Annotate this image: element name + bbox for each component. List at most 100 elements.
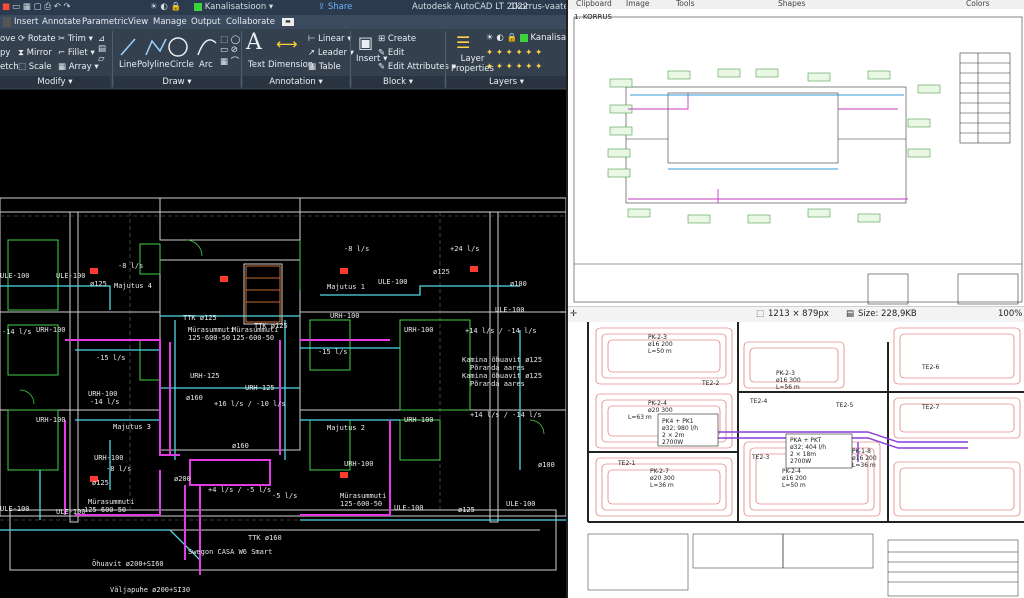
ribbon-divider [445, 31, 446, 87]
mirror-button[interactable]: ⧗ Mirror [18, 48, 52, 58]
dimension-icon[interactable]: ⟷ [276, 35, 298, 53]
modify-panel-title[interactable]: Modify ▾ [0, 76, 110, 88]
layer-color-icon [194, 2, 202, 11]
array-label: Array [68, 62, 92, 72]
layer-quick-icons[interactable]: ☀ ◐ 🔒 [150, 2, 181, 12]
valve-label: ULE-100 [378, 278, 408, 286]
quick-access-icons[interactable]: ▭ ▦ ▢ ⎙ ↶ ↷ [12, 2, 71, 12]
loop-label: L=36 m [650, 482, 674, 489]
text-button[interactable]: Text [248, 60, 265, 70]
draw-panel-title[interactable]: Draw ▾ [114, 76, 240, 88]
loop-label: PK-2-7 [650, 468, 669, 475]
diameter-label: ø100 [510, 280, 527, 288]
image-size: Size: 228,9KB [858, 309, 917, 319]
flow-label: +24 l/s [450, 245, 480, 253]
insert-label: Insert [356, 54, 381, 64]
loop-label: ø16 200 [648, 341, 673, 348]
ribbon-layer-current: Kanalisatsioon [530, 33, 566, 43]
flow-label: +4 l/s / -5 l/s [208, 486, 272, 494]
image-viewer-window: Clipboard Image Tools Shapes Colors 1. K… [566, 0, 1024, 598]
loop-label: ø16 200 [852, 455, 877, 462]
flow-label: -14 l/s [90, 398, 120, 406]
modify-extra-icons[interactable]: ⊿ ▤ ▱ [98, 34, 106, 64]
room-label: Majutus 4 [114, 282, 152, 290]
edit-block-button[interactable]: ✎ Edit [378, 48, 404, 58]
loop-label: PK-2-4 [782, 468, 801, 475]
leader-button[interactable]: ↗ Leader ▾ [308, 48, 354, 58]
duct-label: 125-600-50 [188, 334, 231, 342]
layer-tool-icons-1[interactable]: ✦ ✦ ✦ ✦ ✦ ✦ [486, 48, 542, 58]
tab-manage[interactable]: Manage [153, 17, 187, 27]
line-button[interactable]: Line [119, 60, 137, 70]
scale-button[interactable]: ⬚ Scale [18, 62, 52, 72]
tab-annotate[interactable]: Annotate [42, 17, 81, 27]
rotate-button[interactable]: ⟳ Rotate [18, 34, 56, 44]
tab-home[interactable] [3, 17, 11, 27]
tab-parametric[interactable]: Parametric [82, 17, 128, 27]
thermostat-label: TE2-5 [836, 402, 854, 409]
arc-button[interactable]: Arc [199, 60, 213, 70]
unit-label: Swegon CASA W6 Smart [188, 548, 273, 556]
block-panel-title[interactable]: Block ▾ [352, 76, 444, 88]
draw-extra-icons[interactable]: ⬚ ◯ ▭ ⊘ ▦ ⌒ [220, 35, 240, 67]
annotation-panel-label: Annotation [269, 77, 316, 87]
duct-label: TTK ø125 [254, 322, 288, 330]
top-plan-geometry [573, 16, 1023, 305]
layer-properties-icon[interactable]: ☰ [456, 33, 470, 52]
trim-button[interactable]: ✂ Trim ▾ [58, 34, 93, 44]
layer-tool-icons-2[interactable]: ✦ ✦ ✦ ✦ ✦ ✦ [486, 62, 542, 72]
tab-view[interactable]: View [128, 17, 148, 27]
heating-plan-image[interactable]: PK-2-3 ø16 200 L=50 m PK-2-3 ø16 300 L=5… [568, 322, 1024, 598]
loop-label: L=36 m [852, 462, 876, 469]
diameter-label: ø125 [458, 506, 475, 514]
copy-button[interactable]: py [0, 48, 10, 58]
diameter-label: ø160 [232, 442, 249, 450]
manifold-label: 2700W [790, 458, 812, 465]
share-button[interactable]: ⇪ Share [318, 2, 352, 12]
app-logo-icon[interactable]: ■ [2, 2, 10, 12]
group-image: Image [626, 0, 650, 8]
circle-button[interactable]: Circle [170, 60, 194, 70]
ribbon-divider [241, 31, 242, 87]
tab-collaborate[interactable]: Collaborate [226, 17, 275, 27]
trim-label: Trim [67, 34, 86, 44]
top-floor-plan-image[interactable]: 1. KORRUS [568, 9, 1024, 306]
diameter-label: ø125 [433, 268, 450, 276]
layer-dropdown[interactable]: Kanalisatsioon ▾ [194, 2, 273, 12]
valve-label: URH-100 [36, 416, 66, 424]
annotation-panel-title[interactable]: Annotation ▾ [243, 76, 349, 88]
flow-label: -5 l/s [272, 492, 298, 500]
tab-output[interactable]: Output [191, 17, 221, 27]
layers-panel-title[interactable]: Layers ▾ [447, 76, 566, 88]
flow-label: -8 l/s [106, 465, 132, 473]
zoom-level[interactable]: 100% [998, 309, 1022, 319]
fillet-button[interactable]: ⌐ Fillet ▾ [58, 48, 95, 58]
linear-button[interactable]: ⊢ Linear ▾ [308, 34, 352, 44]
array-button[interactable]: ▦ Array ▾ [58, 62, 99, 72]
draw-panel-label: Draw [162, 77, 185, 87]
dimension-button[interactable]: Dimension [268, 60, 313, 70]
loop-label: L=63 m [628, 414, 652, 421]
layer-state-icons[interactable]: ☀ ◐ 🔒 Kanalisatsioon [486, 33, 566, 43]
stretch-button[interactable]: etch [0, 62, 19, 72]
ribbon-divider [350, 31, 351, 87]
table-button[interactable]: ▦ Table [308, 62, 341, 72]
polyline-button[interactable]: Polyline [137, 60, 170, 70]
valve-label: URH-100 [404, 326, 434, 334]
flow-label: +14 l/s / -14 l/s [465, 327, 537, 335]
loop-label: ø20 300 [650, 475, 675, 482]
tab-insert[interactable]: Insert [14, 17, 38, 27]
valve-label: ULE-100 [394, 504, 424, 512]
create-block-button[interactable]: ⊞ Create [378, 34, 416, 44]
move-button[interactable]: ove [0, 34, 15, 44]
layers-panel-label: Layers [488, 77, 518, 87]
insert-icon[interactable]: ▣ [358, 33, 373, 52]
loop-label: PK-2-3 [776, 370, 795, 377]
loop-label: ø16 300 [776, 377, 801, 384]
ribbon-toggle-icon[interactable]: ▬ [282, 18, 294, 26]
cad-drawing-canvas[interactable]: Majutus 4 Majutus 1 Majutus 3 Majutus 2 … [0, 90, 566, 598]
valve-label: ULE-100 [0, 505, 30, 513]
manifold-label: ø32; 404 l/h [790, 444, 827, 451]
text-icon[interactable]: A [246, 30, 262, 55]
loop-label: L=56 m [776, 384, 800, 391]
